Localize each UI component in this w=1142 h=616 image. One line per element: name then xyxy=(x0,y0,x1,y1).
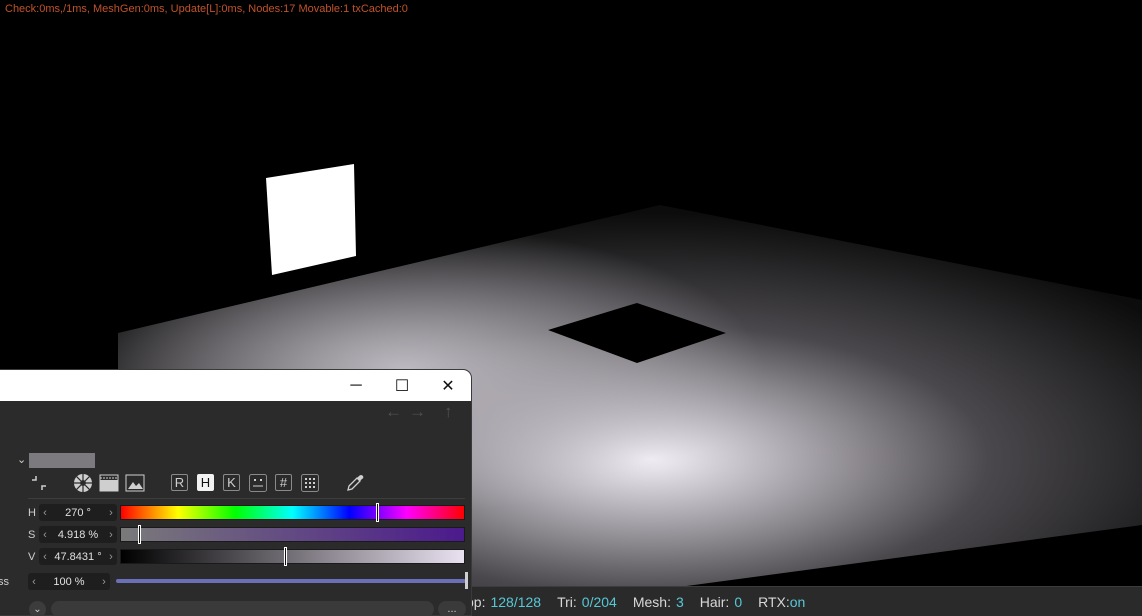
mesh-value: 3 xyxy=(675,593,684,610)
hue-marker[interactable] xyxy=(376,503,379,522)
chevron-left-icon[interactable]: ‹ xyxy=(39,507,51,519)
window-titlebar[interactable]: ─ ☐ ✕ xyxy=(0,370,471,401)
mode-k-button[interactable]: K xyxy=(222,473,241,492)
maximize-button[interactable]: ☐ xyxy=(379,370,425,401)
hex-icon[interactable]: # xyxy=(274,473,293,492)
chevron-left-icon[interactable]: ‹ xyxy=(39,529,51,541)
hue-value[interactable]: 270 ° xyxy=(51,507,105,519)
chevron-down-icon[interactable]: ⌄ xyxy=(17,453,26,466)
rtx-label: RTX: xyxy=(758,593,790,610)
close-button[interactable]: ✕ xyxy=(425,370,471,401)
chevron-left-icon[interactable]: ‹ xyxy=(39,551,51,563)
tri-stat: Tri: 0/204 xyxy=(557,594,617,610)
mesh-stat: Mesh: 3 xyxy=(633,594,684,610)
color-wheel-icon[interactable] xyxy=(72,473,94,492)
hair-label: Hair: xyxy=(699,593,730,610)
swatches-icon[interactable] xyxy=(300,473,319,492)
chevron-right-icon[interactable]: › xyxy=(98,576,110,588)
saturation-spinbox[interactable]: ‹ 4.918 % › xyxy=(39,526,117,543)
alpha-slider-handle[interactable] xyxy=(465,572,468,589)
tri-label: Tri: xyxy=(557,593,577,610)
more-button[interactable]: ... xyxy=(438,601,466,615)
spp-value: 128/128 xyxy=(490,593,542,610)
spp-stat: pp: 128/128 xyxy=(466,594,541,610)
mode-h-button[interactable]: H xyxy=(196,473,215,492)
chevron-right-icon[interactable]: › xyxy=(105,551,117,563)
mesh-label: Mesh: xyxy=(632,593,671,610)
saturation-marker[interactable] xyxy=(137,525,141,544)
up-arrow-icon[interactable]: ↑ xyxy=(444,402,453,422)
back-arrow-icon[interactable]: ← xyxy=(385,402,402,422)
value-value[interactable]: 47.8431 ° xyxy=(51,551,105,563)
spectrum-icon[interactable] xyxy=(98,473,120,492)
saturation-slider[interactable] xyxy=(120,525,465,544)
alpha-value[interactable]: 100 % xyxy=(40,576,98,588)
tri-value: 0/204 xyxy=(581,593,617,610)
hue-label: H xyxy=(28,507,36,519)
chevron-left-icon[interactable]: ‹ xyxy=(28,576,40,588)
expand-chevron-icon[interactable]: ⌄ xyxy=(29,601,46,615)
collapse-icon[interactable] xyxy=(29,473,48,492)
chevron-right-icon[interactable]: › xyxy=(105,507,117,519)
saturation-value[interactable]: 4.918 % xyxy=(51,529,105,541)
alpha-label: ss xyxy=(0,576,9,588)
value-spinbox[interactable]: ‹ 47.8431 ° › xyxy=(39,548,117,565)
chevron-right-icon[interactable]: › xyxy=(105,529,117,541)
mode-r-button[interactable]: R xyxy=(170,473,189,492)
image-icon[interactable] xyxy=(124,473,146,492)
alpha-spinbox[interactable]: ‹ 100 % › xyxy=(28,573,110,590)
color-picker-window: ─ ☐ ✕ ← → ↑ ⌄ R H K # H ‹ 270 ° › S ‹ 4.… xyxy=(0,370,471,615)
rtx-stat: RTX: on xyxy=(758,594,805,610)
value-slider[interactable] xyxy=(120,547,465,566)
hair-value: 0 xyxy=(734,593,743,610)
forward-arrow-icon[interactable]: → xyxy=(409,402,426,422)
hair-stat: Hair: 0 xyxy=(700,594,742,610)
hue-slider[interactable] xyxy=(120,503,465,522)
color-swatch[interactable] xyxy=(29,453,95,468)
debug-stats-text: Check:0ms,/1ms, MeshGen:0ms, Update[L]:0… xyxy=(5,3,408,15)
saturation-label: S xyxy=(28,529,36,541)
minimize-button[interactable]: ─ xyxy=(333,370,379,401)
eyedropper-icon[interactable] xyxy=(344,473,366,492)
value-marker[interactable] xyxy=(283,547,287,566)
separator xyxy=(28,498,465,499)
mix-icon[interactable] xyxy=(248,473,267,492)
hue-spinbox[interactable]: ‹ 270 ° › xyxy=(39,504,117,521)
alpha-slider[interactable] xyxy=(116,579,466,583)
render-status-bar: pp: 128/128 Tri: 0/204 Mesh: 3 Hair: 0 R… xyxy=(466,586,1142,616)
rtx-value: on xyxy=(789,593,806,610)
area-light-panel xyxy=(266,164,356,275)
palette-field[interactable] xyxy=(51,601,434,615)
value-label: V xyxy=(28,551,36,563)
